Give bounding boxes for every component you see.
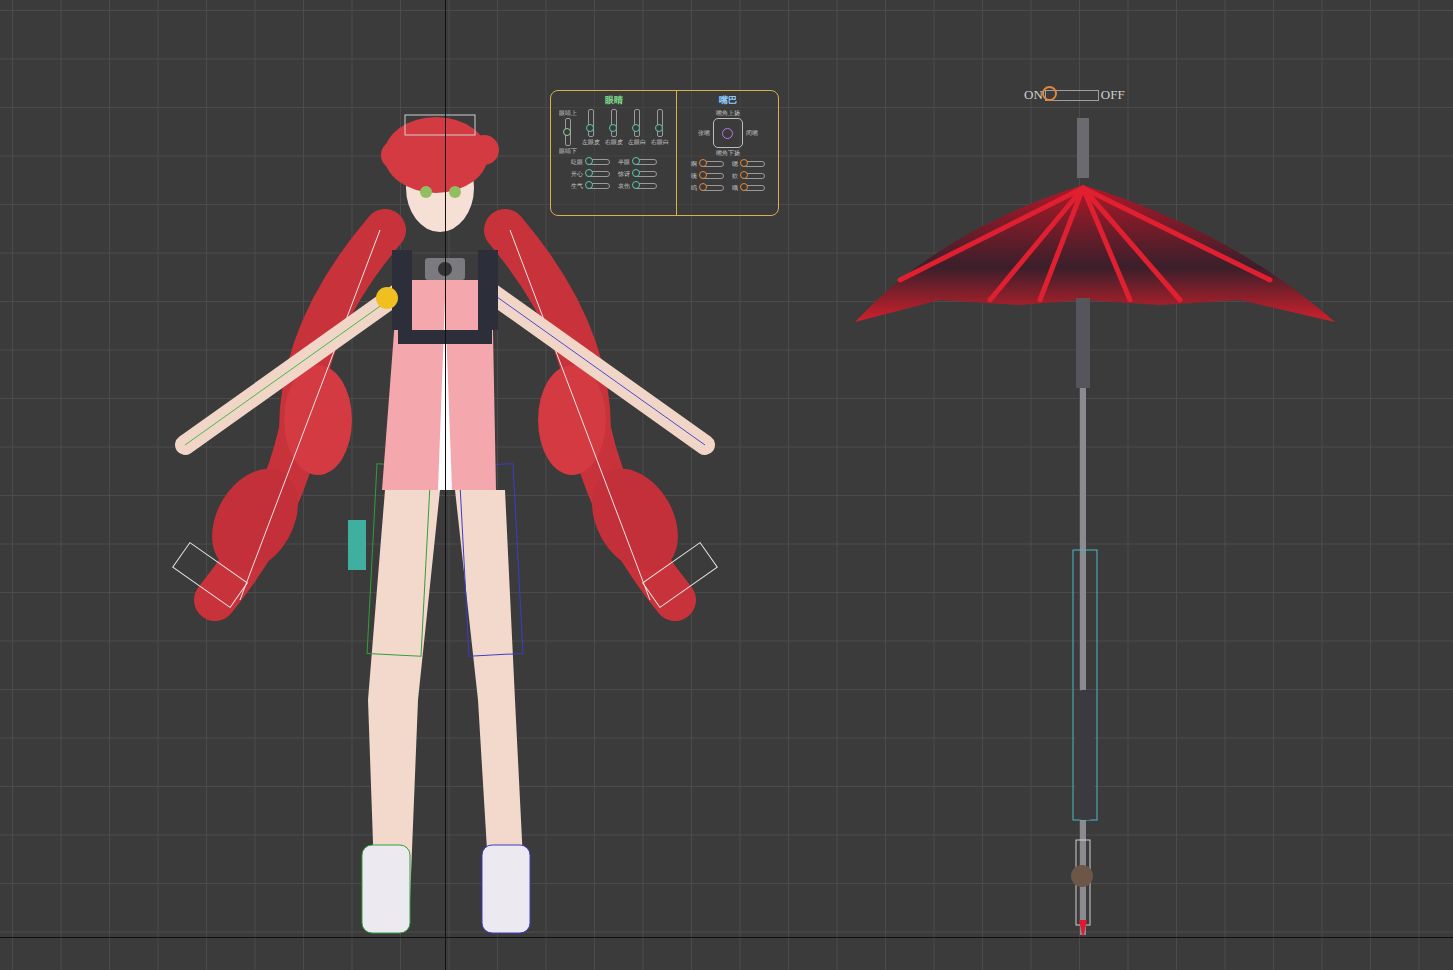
- joystick-label: 嘴角上扬: [716, 109, 740, 117]
- slider-track[interactable]: [633, 159, 657, 165]
- slider-grid: 啊 嗯咦 欸呜 哦: [691, 160, 765, 192]
- slider-track[interactable]: [700, 185, 724, 191]
- slider-knob[interactable]: [563, 128, 571, 136]
- slider-track[interactable]: [588, 109, 594, 137]
- slider-label: 眨眼: [571, 158, 583, 166]
- slider-track[interactable]: [586, 183, 610, 189]
- slider-knob[interactable]: [632, 181, 640, 189]
- switch-off-label: OFF: [1101, 87, 1125, 103]
- slider-label: 右眼皮: [605, 138, 623, 146]
- slider-row: 啊: [691, 160, 724, 168]
- panel-title: 嘴巴: [719, 94, 737, 106]
- slider-row: 哀伤: [618, 182, 657, 190]
- slider-row: 欸: [732, 172, 765, 180]
- slider-label: 右眼白: [651, 138, 669, 146]
- slider-track[interactable]: [633, 183, 657, 189]
- slider-knob[interactable]: [740, 171, 748, 179]
- joystick-label: 闭嘴: [746, 129, 758, 137]
- switch-on-label: ON: [1024, 87, 1043, 103]
- slider-knob[interactable]: [585, 169, 593, 177]
- slider-knob[interactable]: [655, 124, 663, 132]
- slider-knob[interactable]: [586, 124, 594, 132]
- joystick-handle[interactable]: [722, 128, 733, 139]
- slider-row: 咦: [691, 172, 724, 180]
- slider-track[interactable]: [741, 173, 765, 179]
- slider-row: 生气: [571, 182, 610, 190]
- slider-knob[interactable]: [699, 171, 707, 179]
- control-label: 眼睛下: [559, 147, 577, 155]
- slider-knob[interactable]: [585, 157, 593, 165]
- viewport[interactable]: 眼睛眼睛上眼睛下左眼皮右眼皮左眼白右眼白眨眼 半眼开心 惊讶生气 哀伤 嘴巴嘴角上扬张嘴…: [0, 0, 1453, 970]
- umbrella-model[interactable]: [845, 110, 1345, 940]
- slider-knob[interactable]: [609, 124, 617, 132]
- mouth-panel: 嘴巴嘴角上扬张嘴 闭嘴嘴角下扬啊 嗯咦 欸呜 哦: [676, 91, 778, 215]
- eye-updown-control[interactable]: 眼睛上眼睛下: [558, 109, 578, 155]
- vertical-slider[interactable]: [558, 118, 578, 146]
- vertical-slider-row: 眼睛上眼睛下左眼皮右眼皮左眼白右眼白: [558, 109, 670, 155]
- slider-track[interactable]: [634, 109, 640, 137]
- slider-knob[interactable]: [699, 183, 707, 191]
- control-label: 眼睛上: [559, 109, 577, 117]
- joystick-label: 嘴角下扬: [716, 149, 740, 157]
- axis-line: [445, 0, 446, 970]
- slider-track[interactable]: [700, 161, 724, 167]
- slider-row: 嗯: [732, 160, 765, 168]
- slider-label: 啊: [691, 160, 697, 168]
- joystick-label: 张嘴: [698, 129, 710, 137]
- slider-label: 呜: [691, 184, 697, 192]
- slider-label: 咦: [691, 172, 697, 180]
- slider-knob[interactable]: [632, 157, 640, 165]
- panel-title: 眼睛: [605, 94, 623, 106]
- slider-track[interactable]: [741, 185, 765, 191]
- slider-row: 眨眼: [571, 158, 610, 166]
- slider-track[interactable]: [565, 118, 571, 146]
- slider-row: 呜: [691, 184, 724, 192]
- slider-label: 左眼白: [628, 138, 646, 146]
- slider-row: 哦: [732, 184, 765, 192]
- slider-track[interactable]: [586, 171, 610, 177]
- slider-label: 哀伤: [618, 182, 630, 190]
- slider-knob[interactable]: [740, 159, 748, 167]
- vertical-slider[interactable]: 右眼皮: [604, 109, 624, 146]
- vertical-slider[interactable]: 左眼白: [627, 109, 647, 146]
- slider-track[interactable]: [657, 109, 663, 137]
- joystick-box[interactable]: [713, 118, 743, 148]
- vertical-slider[interactable]: 右眼白: [650, 109, 670, 146]
- slider-label: 左眼皮: [582, 138, 600, 146]
- slider-label: 半眼: [618, 158, 630, 166]
- switch-track[interactable]: [1045, 90, 1099, 101]
- slider-track[interactable]: [700, 173, 724, 179]
- on-off-switch[interactable]: ON OFF: [1024, 87, 1125, 103]
- slider-track[interactable]: [586, 159, 610, 165]
- slider-label: 生气: [571, 182, 583, 190]
- slider-label: 欸: [732, 172, 738, 180]
- slider-knob[interactable]: [632, 169, 640, 177]
- slider-knob[interactable]: [740, 183, 748, 191]
- eye-panel: 眼睛眼睛上眼睛下左眼皮右眼皮左眼白右眼白眨眼 半眼开心 惊讶生气 哀伤: [551, 91, 676, 215]
- slider-knob[interactable]: [585, 181, 593, 189]
- vertical-slider[interactable]: 左眼皮: [581, 109, 601, 146]
- facial-control-panel: 眼睛眼睛上眼睛下左眼皮右眼皮左眼白右眼白眨眼 半眼开心 惊讶生气 哀伤 嘴巴嘴角上扬张嘴…: [550, 90, 779, 216]
- slider-grid: 眨眼 半眼开心 惊讶生气 哀伤: [571, 158, 657, 190]
- slider-row: 惊讶: [618, 170, 657, 178]
- slider-row: 开心: [571, 170, 610, 178]
- axis-line: [0, 937, 1453, 938]
- slider-row: 半眼: [618, 158, 657, 166]
- slider-knob[interactable]: [632, 124, 640, 132]
- slider-track[interactable]: [611, 109, 617, 137]
- slider-label: 开心: [571, 170, 583, 178]
- slider-track[interactable]: [741, 161, 765, 167]
- mouth-joystick[interactable]: 嘴角上扬张嘴 闭嘴嘴角下扬: [698, 109, 758, 157]
- slider-label: 嗯: [732, 160, 738, 168]
- switch-knob[interactable]: [1042, 86, 1057, 101]
- character-model[interactable]: [160, 100, 740, 940]
- slider-label: 惊讶: [618, 170, 630, 178]
- slider-label: 哦: [732, 184, 738, 192]
- slider-track[interactable]: [633, 171, 657, 177]
- slider-knob[interactable]: [699, 159, 707, 167]
